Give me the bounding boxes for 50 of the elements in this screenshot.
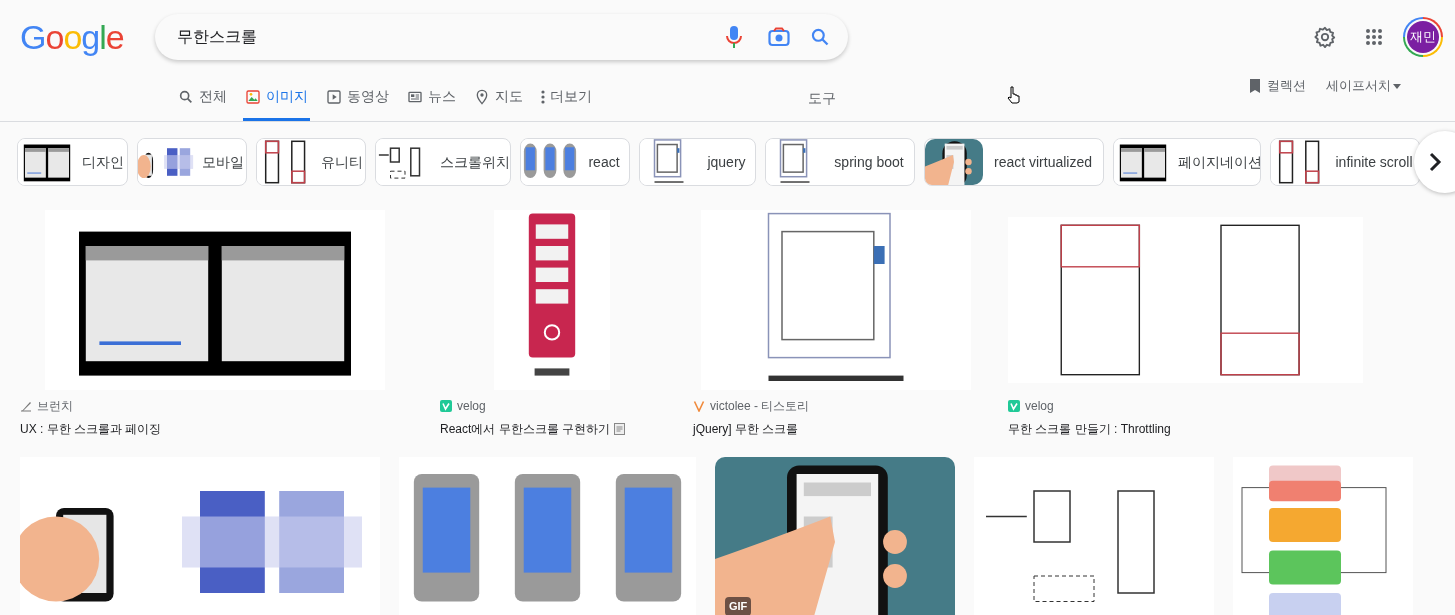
related-search-chip[interactable]: 스크롤위치 <box>375 138 511 186</box>
gif-badge: GIF <box>725 597 752 615</box>
result-title[interactable]: UX : 무한 스크롤과 페이징 <box>20 420 162 438</box>
related-search-chip[interactable]: react <box>520 138 630 186</box>
play-icon <box>326 88 342 105</box>
bookmark-icon[interactable] <box>1249 78 1261 94</box>
related-search-chip[interactable]: 디자인 <box>17 138 128 186</box>
search-field[interactable]: 무한스크롤 <box>155 14 848 60</box>
related-search-chip[interactable]: 모바일 <box>137 138 247 186</box>
pen-icon <box>20 400 32 412</box>
collections-link[interactable]: 컬렉션 <box>1267 76 1306 96</box>
more-vertical-icon <box>541 89 545 104</box>
nav-tab[interactable]: 뉴스 <box>405 75 458 121</box>
map-pin-icon <box>474 88 490 105</box>
source-icon <box>440 400 452 412</box>
google-logo[interactable]: Google <box>20 20 124 54</box>
safesearch-button[interactable]: 세이프서치 <box>1326 76 1401 96</box>
result-source[interactable]: velog <box>457 397 486 415</box>
apps-grid-icon[interactable] <box>1365 28 1383 46</box>
result-title[interactable]: jQuery] 무한 스크롤 <box>693 420 799 438</box>
avatar[interactable]: 재민 <box>1403 17 1443 57</box>
result-title[interactable]: React에서 무한스크롤 구현하기 <box>440 420 610 438</box>
related-search-chip[interactable]: 유니티 <box>256 138 366 186</box>
nav-tab[interactable]: 더보기 <box>539 75 594 121</box>
result-source[interactable]: velog <box>1025 397 1054 415</box>
related-search-chip[interactable]: 페이지네이션 <box>1113 138 1261 186</box>
result-title[interactable]: 무한 스크롤 만들기 : Throttling <box>1008 420 1171 438</box>
image-icon <box>245 88 261 105</box>
settings-icon[interactable] <box>1314 26 1336 48</box>
search-icon <box>178 88 194 105</box>
related-search-chip[interactable]: jquery <box>639 138 756 186</box>
nav-tab[interactable]: 동영상 <box>324 75 391 121</box>
nav-tab[interactable]: 지도 <box>472 75 525 121</box>
related-search-chip[interactable]: infinite scroll <box>1270 138 1420 186</box>
result-source[interactable]: victolee - 티스토리 <box>710 397 810 415</box>
nav-tab[interactable]: 전체 <box>176 75 229 121</box>
document-icon <box>614 423 625 435</box>
pointer-cursor-icon <box>1007 86 1021 104</box>
caret-icon <box>1393 83 1401 89</box>
source-icon <box>693 400 705 412</box>
source-icon <box>1008 400 1020 412</box>
related-search-chip[interactable]: react virtualized <box>924 138 1104 186</box>
tools-button[interactable]: 도구 <box>808 75 836 121</box>
camera-icon[interactable] <box>768 27 790 47</box>
chevron-right-icon <box>1428 152 1442 172</box>
search-icon[interactable] <box>810 27 830 47</box>
microphone-icon[interactable] <box>724 25 744 49</box>
nav-tab[interactable]: 이미지 <box>243 75 310 121</box>
result-source[interactable]: 브런치 <box>37 397 73 415</box>
related-search-chip[interactable]: spring boot <box>765 138 915 186</box>
